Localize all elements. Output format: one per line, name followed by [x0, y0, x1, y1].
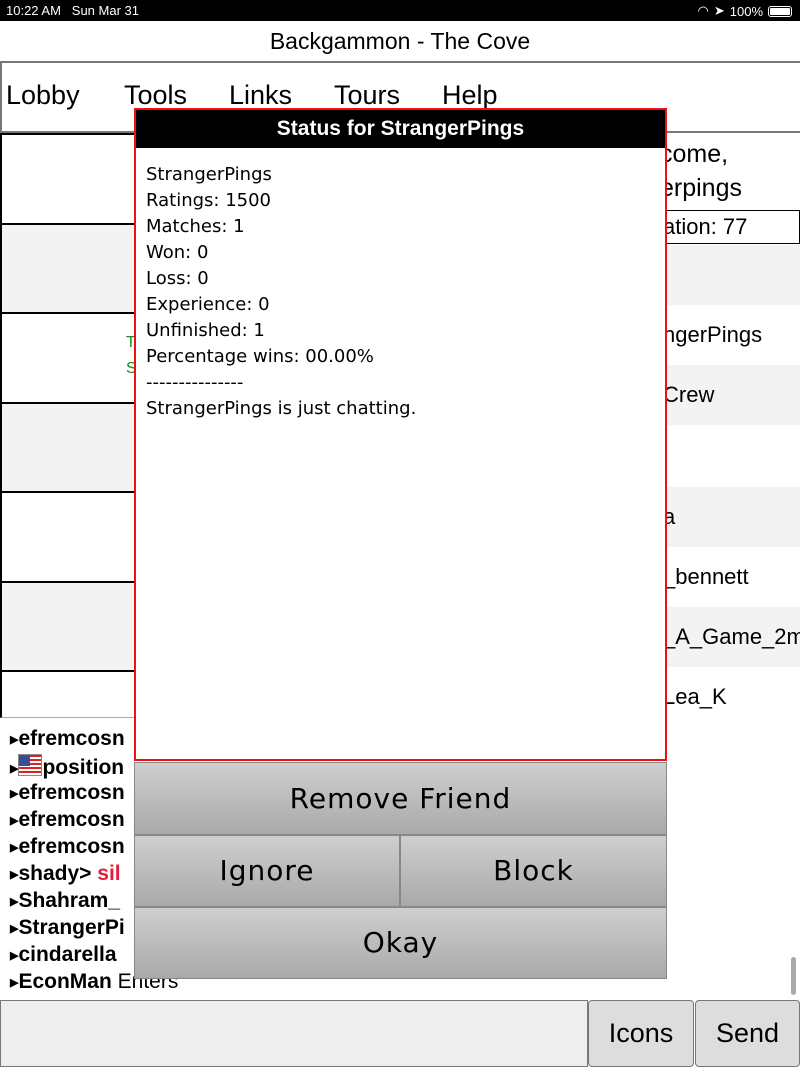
chat-username[interactable]: position [42, 756, 124, 779]
status-line: Experience: 0 [146, 294, 270, 315]
menu-lobby[interactable]: Lobby [6, 80, 80, 111]
welcome-text: come, [660, 140, 729, 168]
time: 10:22 AM [6, 3, 61, 18]
left-slot[interactable] [0, 133, 135, 223]
send-button[interactable]: Send [695, 1000, 800, 1067]
menu-help[interactable]: Help [442, 80, 498, 111]
chat-username[interactable]: efremcosn [18, 727, 124, 750]
left-slot[interactable]: T S [0, 312, 137, 402]
status-line: --------------- [146, 372, 244, 393]
location-icon: ➤ [713, 3, 725, 18]
chat-username[interactable]: StrangerPi [18, 916, 124, 939]
left-slot[interactable] [0, 491, 135, 581]
left-slot[interactable] [0, 402, 135, 492]
status-line: StrangerPings is just chatting. [146, 398, 417, 419]
status-dialog: Status for StrangerPings StrangerPings Ra… [134, 108, 667, 761]
battery-percent: 100% [729, 3, 763, 19]
okay-button[interactable]: Okay [134, 907, 667, 979]
welcome-username: erpings [660, 174, 742, 202]
reputation-field: ation: 77 [660, 210, 800, 244]
chat-line: ▶cindarella [10, 943, 117, 967]
chat-scrollbar[interactable] [791, 957, 796, 995]
player-row[interactable]: ngerPings [660, 305, 800, 365]
chat-username[interactable]: efremcosn [18, 781, 124, 804]
chat-line: ▶StrangerPi [10, 916, 125, 940]
chat-line: ▶Shahram_ [10, 889, 120, 913]
chat-line: ▶ position [10, 754, 124, 780]
chat-username[interactable]: efremcosn [18, 808, 124, 831]
status-line: Unfinished: 1 [146, 320, 265, 341]
status-time: 10:22 AM Sun Mar 31 [6, 3, 139, 18]
player-row[interactable]: Crew [660, 365, 800, 425]
left-slot[interactable] [0, 223, 135, 313]
chat-username[interactable]: shady> [18, 862, 91, 885]
chat-line: ▶efremcosn [10, 808, 125, 832]
wifi-icon: ◠ [697, 3, 709, 18]
menu-tools[interactable]: Tools [124, 80, 187, 111]
player-row[interactable]: _A_Game_2m [660, 607, 800, 667]
menu-tours[interactable]: Tours [334, 80, 400, 111]
player-row[interactable] [660, 245, 800, 305]
status-line: Matches: 1 [146, 216, 245, 237]
left-slot[interactable] [0, 670, 135, 718]
player-row[interactable]: Lea_K [660, 667, 800, 727]
status-bar: 10:22 AM Sun Mar 31 ◠ ➤ 100% [0, 0, 800, 21]
remove-friend-button[interactable]: Remove Friend [134, 762, 667, 835]
player-row[interactable]: a [660, 487, 800, 547]
chat-line: ▶efremcosn [10, 781, 125, 805]
status-line: Loss: 0 [146, 268, 209, 289]
chat-username[interactable]: EconMan [18, 970, 111, 993]
status-line: Ratings: 1500 [146, 190, 272, 211]
dialog-title: Status for StrangerPings [136, 110, 665, 148]
date: Sun Mar 31 [71, 3, 139, 18]
block-button[interactable]: Block [400, 835, 667, 907]
status-line: Percentage wins: 00.00% [146, 346, 374, 367]
status-line: Won: 0 [146, 242, 209, 263]
status-line: StrangerPings [146, 164, 272, 185]
chat-username[interactable]: efremcosn [18, 835, 124, 858]
chat-username[interactable]: cindarella [18, 943, 116, 966]
us-flag-icon [18, 754, 43, 776]
menu-links[interactable]: Links [229, 80, 292, 111]
chat-line: ▶efremcosn [10, 727, 125, 751]
player-row[interactable] [660, 425, 800, 485]
chat-message: sil [97, 862, 121, 885]
icons-button[interactable]: Icons [588, 1000, 694, 1067]
chat-input[interactable] [0, 1000, 588, 1067]
app-title: Backgammon - The Cove [269, 28, 531, 54]
left-slot[interactable] [0, 581, 135, 671]
chat-line: ▶efremcosn [10, 835, 125, 859]
chat-line: ▶shady> sil [10, 862, 121, 886]
battery-icon [768, 5, 792, 17]
ignore-button[interactable]: Ignore [134, 835, 400, 907]
player-row[interactable]: _bennett [660, 547, 800, 607]
chat-username[interactable]: Shahram_ [18, 889, 120, 912]
expand-triangle-icon[interactable]: ▶ [10, 763, 18, 775]
dialog-body: StrangerPings Ratings: 1500 Matches: 1 Won:… [136, 148, 665, 436]
